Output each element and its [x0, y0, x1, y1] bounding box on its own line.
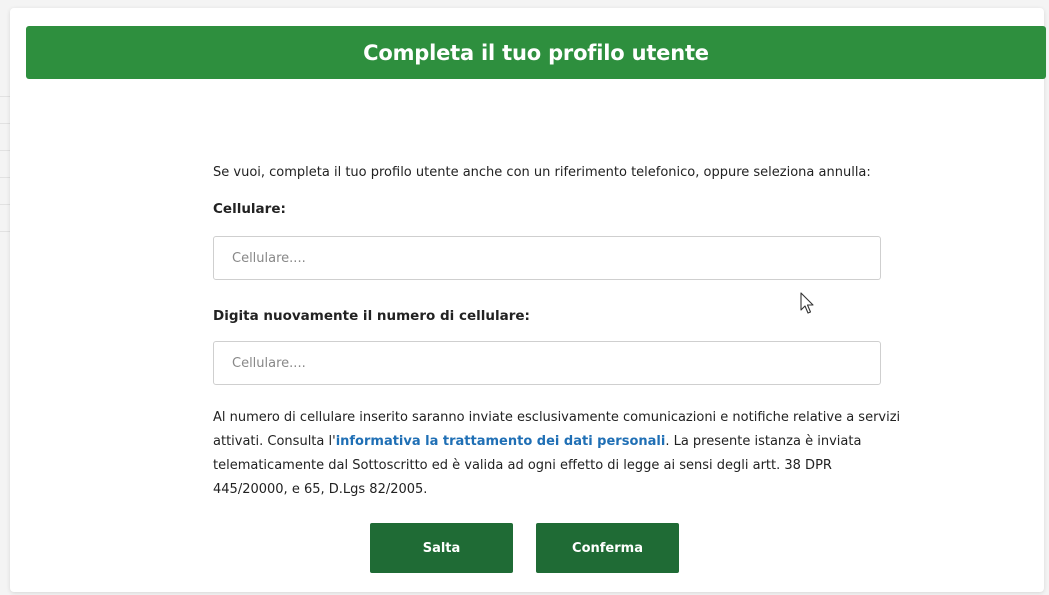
- privacy-policy-link[interactable]: informativa la trattamento dei dati pers…: [336, 434, 666, 449]
- modal-header: Completa il tuo profilo utente: [26, 26, 1046, 79]
- mobile-label: Cellulare:: [213, 201, 286, 217]
- confirm-button[interactable]: Conferma: [536, 523, 679, 573]
- profile-modal: Completa il tuo profilo utente Se vuoi, …: [10, 8, 1046, 592]
- mobile-input[interactable]: [213, 236, 881, 280]
- modal-title: Completa il tuo profilo utente: [363, 40, 709, 65]
- intro-text: Se vuoi, completa il tuo profilo utente …: [213, 165, 871, 180]
- privacy-notice: Al numero di cellulare inserito saranno …: [213, 406, 903, 502]
- skip-button[interactable]: Salta: [370, 523, 513, 573]
- mobile-confirm-label: Digita nuovamente il numero di cellulare…: [213, 308, 530, 324]
- mobile-confirm-input[interactable]: [213, 341, 881, 385]
- mouse-pointer-icon: [800, 292, 814, 314]
